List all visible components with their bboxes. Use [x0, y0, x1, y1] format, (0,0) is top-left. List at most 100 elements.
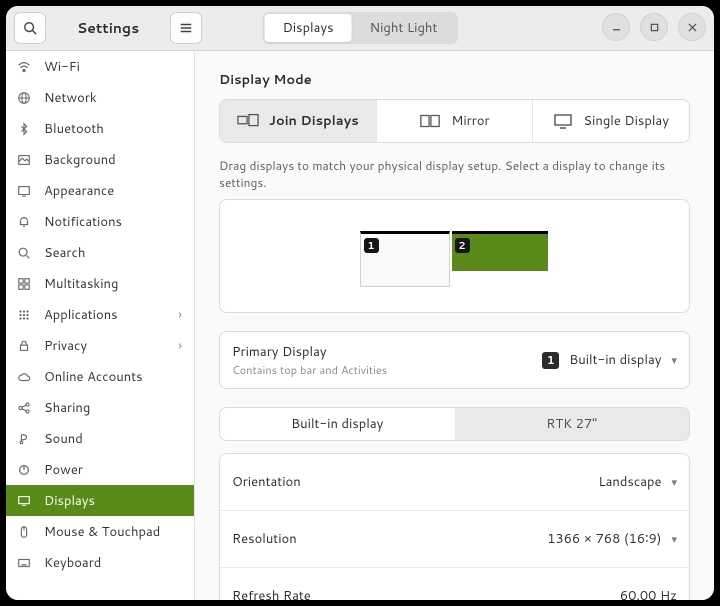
sidebar-item-label: Mouse & Touchpad — [44, 523, 160, 541]
chevron-down-icon: ▾ — [671, 531, 677, 547]
display-mode-title: Display Mode — [219, 71, 690, 89]
resolution-value: 1366 × 768 (16∶9) — [547, 530, 661, 548]
minimize-button[interactable] — [602, 13, 630, 41]
monitor-1[interactable]: 1 — [360, 231, 450, 287]
header-tabs: Displays Night Light — [263, 12, 458, 44]
sidebar-item-multitasking[interactable]: Multitasking — [6, 268, 194, 299]
sidebar-item-sharing[interactable]: Sharing — [6, 392, 194, 423]
monitor-2-badge: 2 — [455, 238, 470, 253]
sidebar-item-label: Appearance — [44, 182, 114, 200]
orientation-label: Orientation — [232, 473, 301, 491]
sidebar-item-label: Bluetooth — [44, 120, 104, 138]
sidebar-item-label: Keyboard — [44, 554, 101, 572]
sidebar-item-background[interactable]: Background — [6, 144, 194, 175]
mode-single-display[interactable]: Single Display — [533, 100, 689, 142]
main-content: Display Mode Join Displays Mirror — [195, 51, 714, 600]
resolution-row[interactable]: Resolution 1366 × 768 (16∶9) ▾ — [220, 510, 689, 567]
primary-display-row[interactable]: Primary Display Contains top bar and Act… — [220, 332, 689, 388]
power-icon — [16, 463, 32, 477]
primary-display-label: Primary Display — [232, 343, 387, 361]
orientation-row[interactable]: Orientation Landscape ▾ — [220, 454, 689, 510]
search-button[interactable] — [14, 12, 46, 44]
mode-mirror-label: Mirror — [451, 112, 489, 130]
titlebar: Settings Displays Night Light — [6, 6, 714, 51]
bluetooth-icon — [16, 122, 32, 136]
sidebar-item-network[interactable]: Network — [6, 82, 194, 113]
chevron-right-icon: › — [178, 306, 182, 324]
keyboard-icon — [16, 556, 32, 570]
primary-display-sub: Contains top bar and Activities — [232, 362, 387, 378]
sidebar-item-label: Wi-Fi — [44, 58, 80, 76]
maximize-button[interactable] — [640, 13, 668, 41]
mode-join-displays[interactable]: Join Displays — [220, 100, 377, 142]
lock-icon — [16, 339, 32, 353]
sidebar-item-label: Privacy — [44, 337, 87, 355]
sidebar-item-keyboard[interactable]: Keyboard — [6, 547, 194, 578]
chevron-down-icon: ▾ — [671, 474, 677, 490]
refresh-rate-label: Refresh Rate — [232, 587, 311, 600]
appearance-icon — [16, 184, 32, 198]
minimize-icon — [612, 23, 621, 32]
sidebar-item-label: Applications — [44, 306, 118, 324]
orientation-value: Landscape — [598, 473, 661, 491]
display-mode-segmented: Join Displays Mirror Single Display — [219, 99, 690, 143]
sidebar-item-privacy[interactable]: Privacy › — [6, 330, 194, 361]
display-arrangement[interactable]: 1 2 — [219, 199, 690, 313]
sidebar-item-label: Network — [44, 89, 97, 107]
mode-mirror[interactable]: Mirror — [377, 100, 534, 142]
sidebar-item-wi-fi[interactable]: Wi-Fi — [6, 51, 194, 82]
sidebar-item-applications[interactable]: Applications › — [6, 299, 194, 330]
sidebar-item-displays[interactable]: Displays — [6, 485, 194, 516]
mirror-icon — [419, 113, 441, 129]
sidebar-item-label: Search — [44, 244, 85, 262]
hamburger-icon — [179, 21, 193, 35]
display-tab-external[interactable]: RTK 27" — [455, 408, 690, 440]
tab-night-light[interactable]: Night Light — [352, 14, 456, 42]
menu-button[interactable] — [170, 12, 202, 44]
sidebar-item-appearance[interactable]: Appearance — [6, 175, 194, 206]
background-icon — [16, 153, 32, 167]
titlebar-left: Settings — [6, 12, 202, 44]
sidebar-item-label: Power — [44, 461, 83, 479]
mouse-icon — [16, 525, 32, 539]
multitask-icon — [16, 277, 32, 291]
tab-displays[interactable]: Displays — [265, 14, 352, 42]
display-tab-builtin[interactable]: Built-in display — [220, 408, 455, 440]
bell-icon — [16, 215, 32, 229]
sidebar-item-search[interactable]: Search — [6, 237, 194, 268]
sidebar-item-bluetooth[interactable]: Bluetooth — [6, 113, 194, 144]
globe-icon — [16, 91, 32, 105]
close-button[interactable] — [678, 13, 706, 41]
primary-display-value: 1 Built-in display ▾ — [542, 351, 677, 369]
mode-single-label: Single Display — [583, 112, 669, 130]
sidebar: Wi-Fi Network Bluetooth Background Appearanc… — [6, 51, 195, 600]
monitor-2[interactable]: 2 — [452, 231, 548, 271]
sidebar-item-notifications[interactable]: Notifications — [6, 206, 194, 237]
chevron-down-icon: ▾ — [671, 352, 677, 368]
chevron-right-icon: › — [178, 337, 182, 355]
window-controls — [602, 13, 706, 41]
primary-display-name: Built-in display — [569, 351, 661, 369]
monitor-1-badge: 1 — [364, 238, 379, 253]
settings-window: Settings Displays Night Light Wi-Fi Netwo… — [6, 6, 714, 600]
refresh-rate-value: 60.00 Hz — [620, 587, 677, 600]
arrange-hint: Drag displays to match your physical dis… — [219, 157, 690, 191]
display-settings-card: Orientation Landscape ▾ Resolution 1366 … — [219, 453, 690, 600]
share-icon — [16, 401, 32, 415]
body: Wi-Fi Network Bluetooth Background Appearanc… — [6, 51, 714, 600]
sidebar-item-online-accounts[interactable]: Online Accounts — [6, 361, 194, 392]
resolution-label: Resolution — [232, 530, 297, 548]
sound-icon — [16, 432, 32, 446]
sidebar-item-label: Displays — [44, 492, 95, 510]
sidebar-item-mouse-touchpad[interactable]: Mouse & Touchpad — [6, 516, 194, 547]
maximize-icon — [650, 23, 659, 32]
apps-icon — [16, 308, 32, 322]
primary-display-card: Primary Display Contains top bar and Act… — [219, 331, 690, 389]
sidebar-item-label: Sharing — [44, 399, 90, 417]
sidebar-item-label: Notifications — [44, 213, 122, 231]
display-canvas: 1 2 — [360, 231, 550, 287]
sidebar-item-label: Background — [44, 151, 116, 169]
sidebar-item-sound[interactable]: Sound — [6, 423, 194, 454]
sidebar-item-label: Multitasking — [44, 275, 118, 293]
sidebar-item-power[interactable]: Power — [6, 454, 194, 485]
